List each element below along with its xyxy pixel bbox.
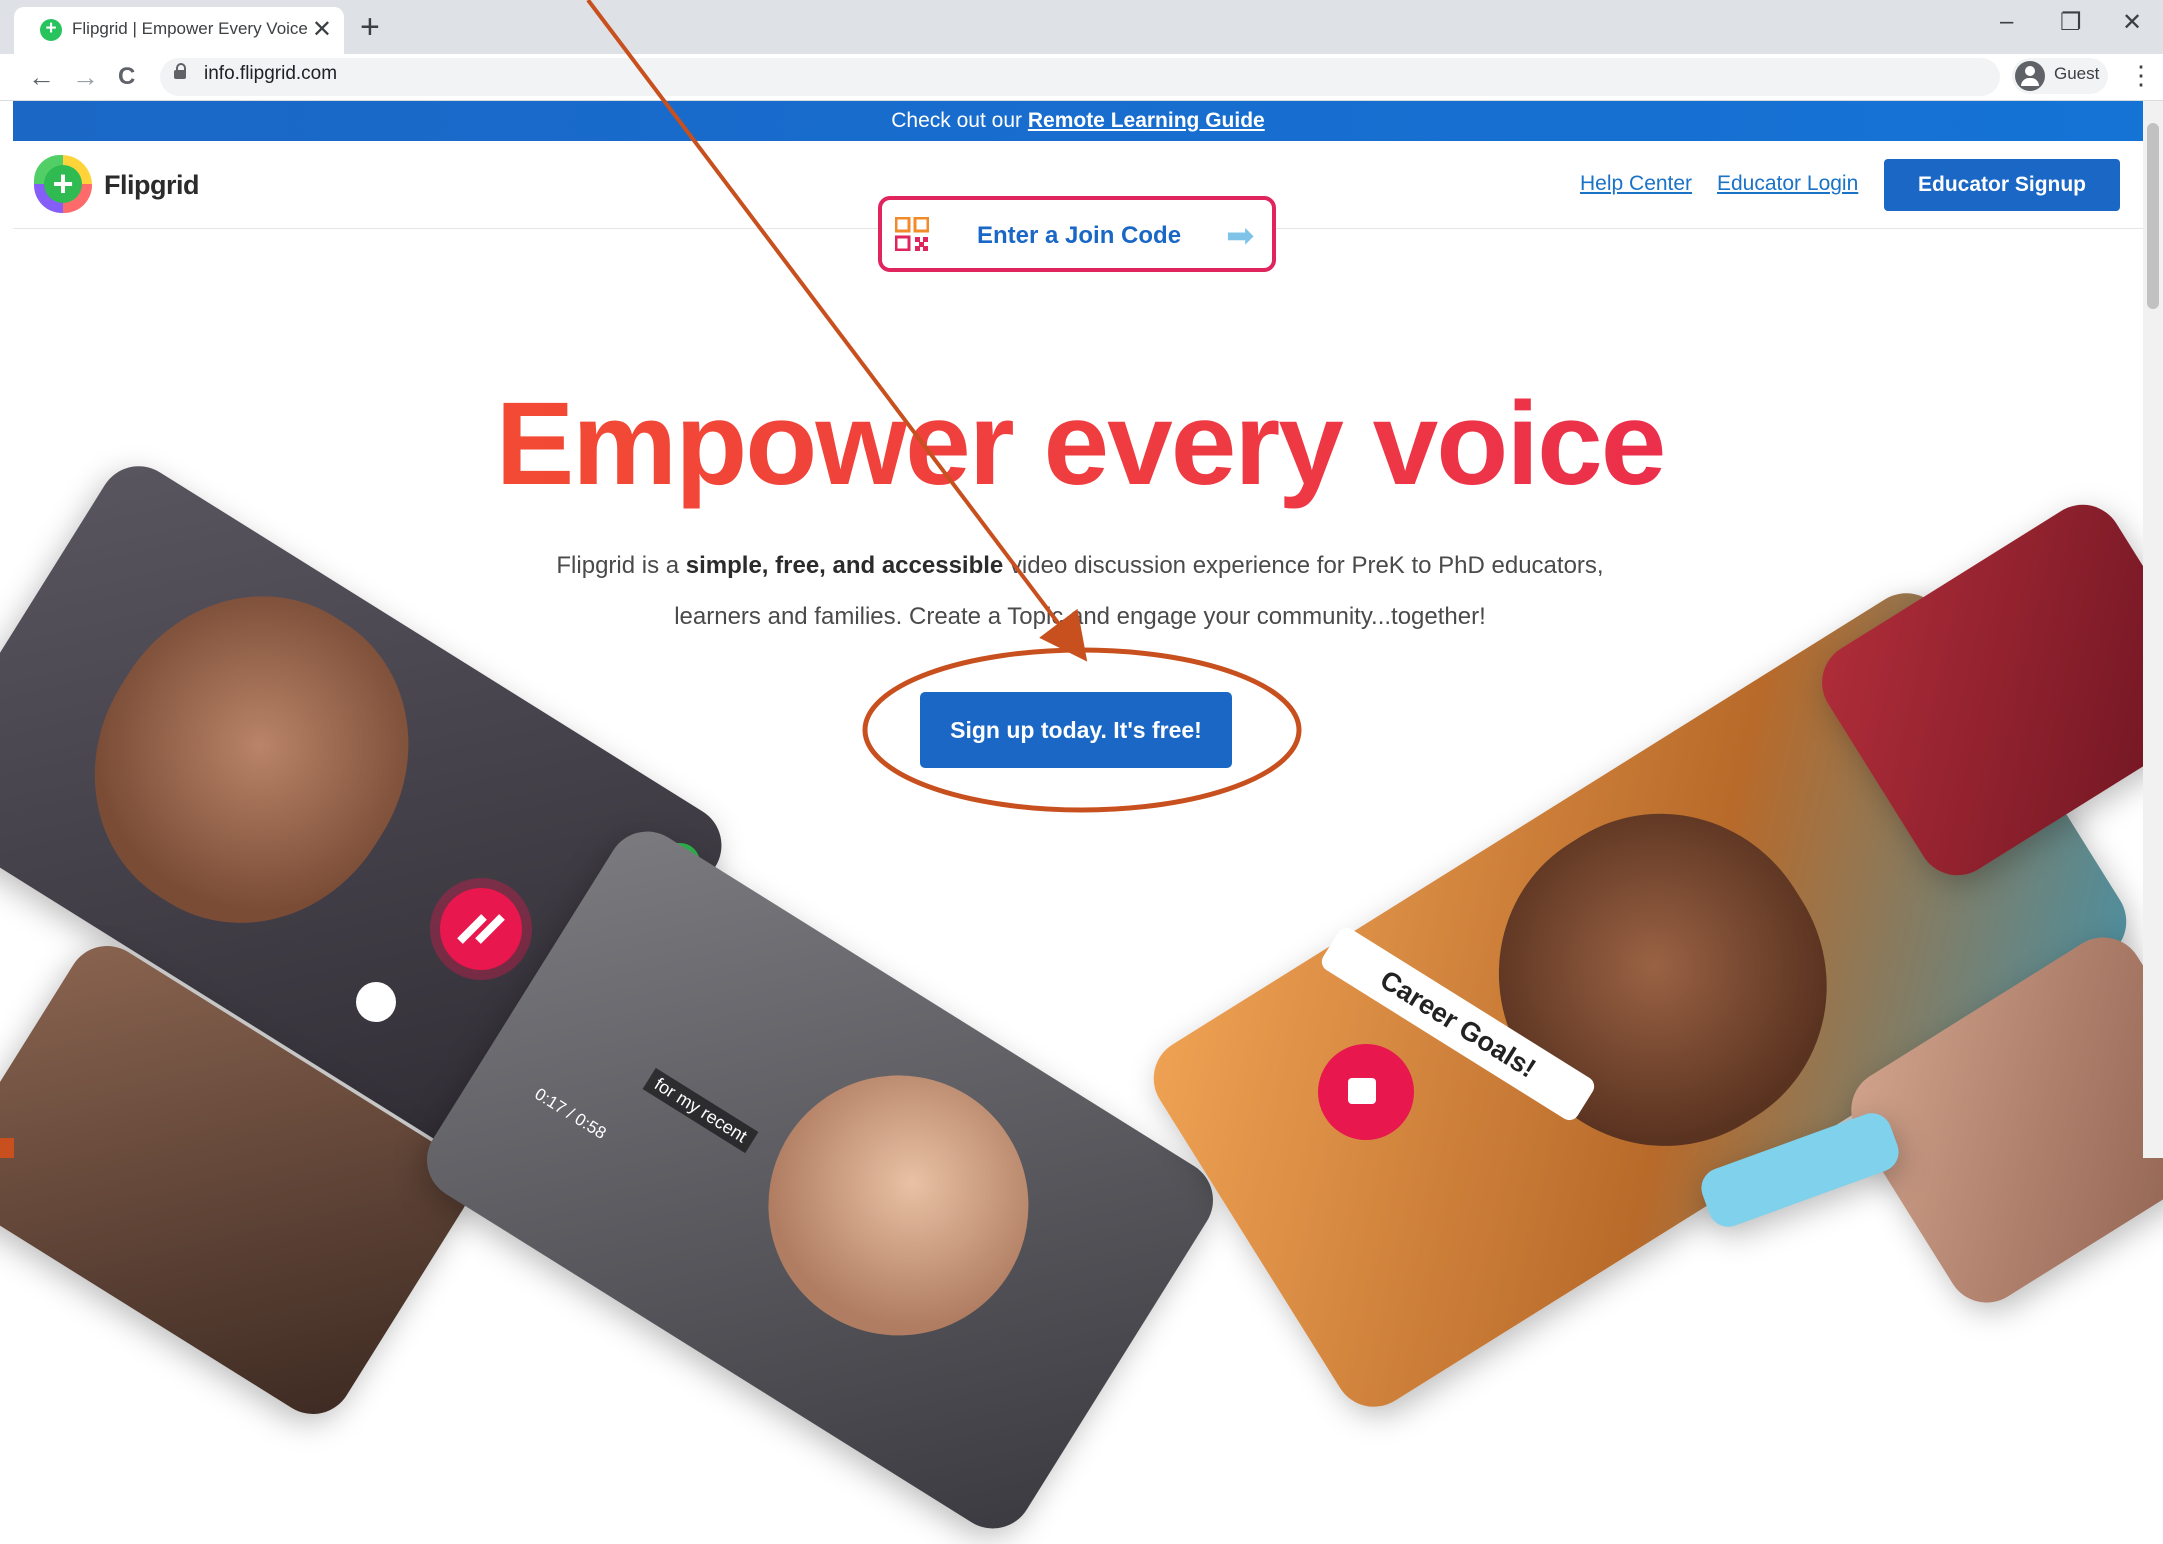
bottom-left-marker xyxy=(0,1138,14,1158)
annotation-ellipse xyxy=(862,647,1302,813)
annotation-arrow xyxy=(586,0,1088,662)
annotation-overlay xyxy=(586,0,1302,813)
